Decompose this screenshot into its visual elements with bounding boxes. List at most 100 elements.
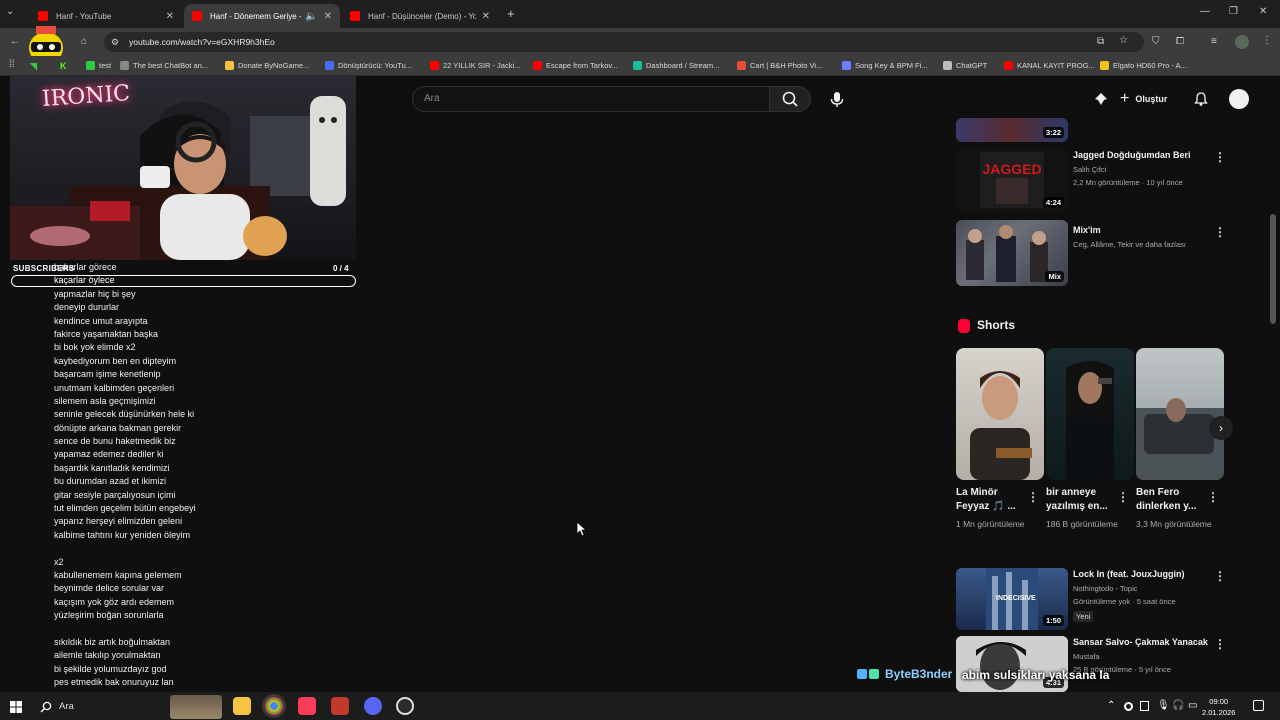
tray-record-icon[interactable] [1124, 702, 1133, 711]
video-channel[interactable]: Salih Çifci [1073, 165, 1106, 174]
site-info-icon[interactable]: ⚙ [111, 37, 119, 48]
video-channel[interactable]: Ceg, Allâme, Tekir ve daha fazlası [1073, 240, 1186, 249]
short-title[interactable]: bir anneye yazılmış en... [1046, 486, 1122, 514]
lyric-line: bi şekilde yolumuzdayız god [54, 663, 167, 674]
video-title[interactable]: Jagged Doğduğumdan Beri [1073, 150, 1191, 160]
close-tab-icon[interactable]: ✕ [482, 11, 490, 22]
taskbar-search-icon[interactable] [40, 700, 52, 718]
video-channel[interactable]: Mustafa [1073, 652, 1100, 661]
mix-thumbnail[interactable]: Mix [956, 220, 1068, 286]
more-actions-icon[interactable]: ⋮ [1214, 225, 1226, 239]
apps-grid-icon[interactable]: ⁞⁞ [9, 59, 15, 70]
bookmark-item[interactable]: Song Key & BPM Fi... [842, 61, 928, 70]
bookmark-favicon-icon [86, 61, 95, 70]
bookmark-item[interactable]: Donate ByNoGame... [225, 61, 309, 70]
tab-dusunceler[interactable]: Hanf - Düşünceler (Demo) - Yo ✕ [342, 4, 498, 28]
more-actions-icon[interactable]: ⋮ [1214, 150, 1226, 164]
tray-device-icon[interactable] [1140, 701, 1149, 711]
speaker-icon[interactable]: 🔈 [305, 11, 317, 22]
bookmark-item[interactable]: Dönüştürücü: YouTu... [325, 61, 412, 70]
new-tab-button[interactable]: + [507, 6, 515, 21]
short-title[interactable]: Ben Fero dinlerken y... [1136, 486, 1212, 514]
tab-donemem-geriye[interactable]: Hanf - Dönemem Geriye - Y 🔈 ✕ [184, 4, 340, 28]
discord-icon[interactable] [364, 697, 382, 715]
video-channel[interactable]: Nothingtodo - Topic [1073, 584, 1138, 593]
browser-menu-icon[interactable]: ⋮ [1262, 35, 1272, 46]
url-text[interactable]: youtube.com/watch?v=eGXHR9h3hEo [129, 37, 275, 47]
notifications-bell-icon[interactable] [1193, 91, 1209, 112]
video-thumbnail[interactable]: JAGGED 4:24 [956, 148, 1068, 212]
bookmark-star-icon[interactable]: ☆ [1119, 35, 1128, 46]
thumbnail-art [1136, 398, 1224, 480]
media-control-icon[interactable]: ≡ [1211, 36, 1217, 47]
tray-overflow-icon[interactable]: ⌃ [1107, 700, 1115, 711]
account-avatar[interactable] [1229, 89, 1249, 109]
search-button[interactable] [769, 86, 811, 112]
bookmark-icon-k[interactable]: K [60, 61, 67, 71]
short-thumbnail[interactable] [1136, 348, 1224, 480]
search-input[interactable] [412, 86, 770, 112]
bookmark-icon-green[interactable]: ◥ [30, 61, 40, 71]
close-tab-icon[interactable]: ✕ [166, 11, 174, 22]
restore-icon[interactable]: ❐ [1229, 6, 1238, 17]
short-title[interactable]: La Minör Feyyaz 🎵 ... [956, 486, 1032, 514]
home-icon[interactable]: ⌂ [81, 36, 87, 47]
bookmark-item[interactable]: KANAL KAYIT PROG... [1004, 61, 1095, 70]
back-icon[interactable]: ← [10, 36, 20, 47]
clock-time: 09:00 [1209, 697, 1229, 706]
close-window-icon[interactable]: ✕ [1259, 6, 1267, 17]
video-title[interactable]: Sansar Salvo- Çakmak Yanacak [1073, 637, 1208, 647]
install-app-icon[interactable]: ⧉ [1097, 36, 1104, 47]
video-title[interactable]: Mix'im [1073, 225, 1101, 235]
bookmark-item[interactable]: Dashboard / Stream... [633, 61, 719, 70]
create-button[interactable]: + Oluştur [1120, 89, 1167, 109]
lyric-line: beynimde delice sorular var [54, 583, 165, 594]
video-thumbnail[interactable]: INDECISIVE 1:50 [956, 568, 1068, 630]
file-explorer-icon[interactable] [233, 697, 251, 715]
video-title[interactable]: Lock In (feat. JouxJuggin) [1073, 569, 1185, 579]
profile-avatar[interactable] [1235, 35, 1249, 49]
obs-icon[interactable] [396, 697, 414, 715]
page-scrollbar[interactable] [1270, 214, 1276, 324]
voice-search-button[interactable] [826, 88, 848, 110]
extension-icon[interactable] [1093, 91, 1109, 112]
more-actions-icon[interactable]: ⋮ [1027, 490, 1039, 504]
lyric-line: pes etmedik bak onuruyuz lan [54, 677, 174, 688]
short-views: 3,3 Mn görüntüleme [1136, 519, 1212, 529]
extensions-puzzle-icon[interactable]: ⧠ [1176, 36, 1184, 47]
bookmark-item[interactable]: 22 YILLIK SIR - Jacki... [430, 61, 520, 70]
short-thumbnail[interactable] [956, 348, 1044, 480]
tab-search-button[interactable]: ⌄ [6, 6, 14, 17]
short-thumbnail[interactable] [1046, 348, 1134, 480]
minimize-icon[interactable]: — [1200, 6, 1210, 17]
svg-text:JAGGED: JAGGED [982, 161, 1041, 177]
notification-center-icon[interactable] [1253, 700, 1264, 711]
bookmark-item[interactable]: Cart | B&H Photo Vi... [737, 61, 822, 70]
video-thumbnail[interactable]: 4:31 [956, 636, 1068, 692]
bookmark-item[interactable]: test [86, 61, 111, 70]
more-actions-icon[interactable]: ⋮ [1214, 569, 1226, 583]
music-app-icon[interactable] [298, 697, 316, 715]
voicemeeter-icon[interactable] [331, 697, 349, 715]
shield-extension-icon[interactable]: ⛉ [1152, 36, 1160, 47]
bookmark-favicon-icon [633, 61, 642, 70]
bookmark-item[interactable]: Elgato HD60 Pro - A... [1100, 61, 1187, 70]
close-tab-icon[interactable]: ✕ [324, 11, 332, 22]
more-actions-icon[interactable]: ⋮ [1207, 490, 1219, 504]
video-thumbnail[interactable]: 3:22 [956, 118, 1068, 142]
tray-headset-icon[interactable]: 🎧 [1172, 700, 1184, 711]
taskbar-search-label[interactable]: Ara [59, 701, 74, 712]
chrome-icon[interactable] [265, 697, 283, 715]
more-actions-icon[interactable]: ⋮ [1117, 490, 1129, 504]
lyrics-overlay: bakarlar görece kaçarlar öylece yapmazlar … [54, 261, 374, 690]
taskbar-clock[interactable]: 09:00 2.01.2026 [1202, 696, 1235, 718]
shorts-next-button[interactable]: › [1209, 416, 1233, 440]
taskbar-widget-image[interactable] [170, 695, 222, 719]
tray-network-icon[interactable]: ▭ [1188, 700, 1197, 711]
bookmark-item[interactable]: ChatGPT [943, 61, 987, 70]
bookmark-item[interactable]: The best ChatBot an... [120, 61, 208, 70]
bookmark-item[interactable]: Escape from Tarkov... [533, 61, 618, 70]
tray-mic-icon[interactable]: 🎙 [1157, 700, 1170, 711]
more-actions-icon[interactable]: ⋮ [1214, 637, 1226, 651]
windows-start-icon[interactable] [10, 700, 22, 718]
